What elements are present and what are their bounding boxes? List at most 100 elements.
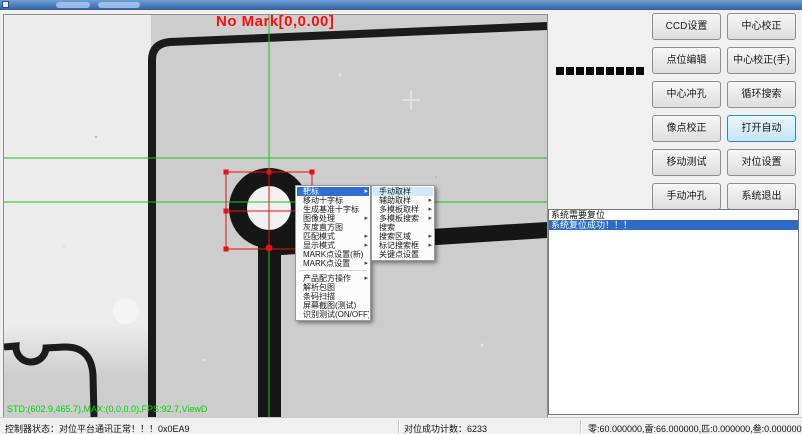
context-menu-item-label: 靶标 — [303, 187, 319, 196]
context-menu-item-12[interactable]: 解析包图 — [297, 283, 369, 292]
align-success-count: 对位成功计数：6233 — [404, 422, 487, 434]
message-list[interactable]: 系统需要复位系统复位成功！！！ — [548, 209, 799, 415]
context-submenu-item-label: 辅助取样 — [379, 196, 411, 205]
context-menu-item-label: 显示模式 — [303, 241, 335, 250]
context-menu-item-label: 屏幕截图(测试) — [303, 301, 356, 310]
context-submenu-item-label: 关键点设置 — [379, 250, 419, 259]
context-menu-item-label: 匹配模式 — [303, 232, 335, 241]
action-button-1[interactable]: CCD设置 — [652, 13, 721, 40]
submenu-arrow-icon: ▸ — [428, 205, 432, 214]
camera-view[interactable]: No Mark[0,0.00] STD:(602.9,465.7),MAX:(0… — [3, 14, 548, 418]
context-menu-item-3[interactable]: 生成基准十字标 — [297, 205, 369, 214]
app-icon — [2, 1, 9, 8]
indicator-square — [636, 67, 644, 75]
submenu-arrow-icon: ▸ — [364, 259, 368, 268]
context-menu-item-label: 生成基准十字标 — [303, 205, 359, 214]
status-divider — [398, 420, 399, 433]
titlebar-decoration — [56, 2, 90, 8]
context-submenu-item-label: 标记搜索框 — [379, 241, 419, 250]
context-menu-item-4[interactable]: 图像处理 ▸ — [297, 214, 369, 223]
context-menu-item-label: 产品配方操作 — [303, 274, 351, 283]
context-menu-item-11[interactable]: 产品配方操作 ▸ — [297, 274, 369, 283]
status-divider — [580, 420, 581, 433]
action-button-grid: CCD设置中心校正点位编辑中心校正(手)中心冲孔循环搜索像点校正打开自动移动测试… — [652, 13, 796, 210]
context-submenu-item-1[interactable]: 手动取样 — [373, 187, 433, 196]
indicator-square — [566, 67, 574, 75]
submenu-arrow-icon: ▸ — [364, 187, 368, 196]
action-button-7[interactable]: 像点校正 — [652, 115, 721, 142]
submenu-arrow-icon: ▸ — [428, 196, 432, 205]
submenu-arrow-icon: ▸ — [364, 232, 368, 241]
context-menu-item-label: 识别测试(ON/OFF) — [303, 310, 369, 319]
controller-status-text: 控制器状态：对位平台通讯正常！！！0x0EA9 — [5, 422, 190, 434]
context-menu: 靶标▸移动十字标生成基准十字标图像处理▸灰度直方图匹配模式▸显示模式▸MARK点… — [295, 185, 371, 321]
submenu-arrow-icon: ▸ — [364, 274, 368, 283]
context-menu-item-13[interactable]: 条码扫描 — [297, 292, 369, 301]
context-menu-item-6[interactable]: 匹配模式 ▸ — [297, 232, 369, 241]
indicator-square — [616, 67, 624, 75]
action-button-5[interactable]: 中心冲孔 — [652, 81, 721, 108]
submenu-arrow-icon: ▸ — [364, 214, 368, 223]
action-button-4[interactable]: 中心校正(手) — [727, 47, 796, 74]
indicator-squares — [556, 67, 646, 75]
context-menu-item-5[interactable]: 灰度直方图 — [297, 223, 369, 232]
action-button-11[interactable]: 手动冲孔 — [652, 183, 721, 210]
context-submenu-item-3[interactable]: 多模板取样 ▸ — [373, 205, 433, 214]
context-menu-item-label: MARK点设置 — [303, 259, 350, 268]
indicator-square — [576, 67, 584, 75]
context-submenu-item-label: 手动取样 — [379, 187, 411, 196]
indicator-square — [626, 67, 634, 75]
context-menu-item-label: 图像处理 — [303, 214, 335, 223]
backlight-strip — [4, 15, 151, 325]
action-button-10[interactable]: 对位设置 — [727, 149, 796, 176]
context-menu-item-label: 移动十字标 — [303, 196, 343, 205]
context-menu-item-label: MARK点设置(新) — [303, 250, 363, 259]
context-menu-item-7[interactable]: 显示模式 ▸ — [297, 241, 369, 250]
context-submenu-item-6[interactable]: 搜索区域 ▸ — [373, 232, 433, 241]
context-menu-separator — [299, 270, 367, 273]
indicator-square — [586, 67, 594, 75]
action-button-8[interactable]: 打开自动 — [727, 115, 796, 142]
context-menu-item-9[interactable]: MARK点设置 ▸ — [297, 259, 369, 268]
position-readout: 零:60.000000,雷:66.000000,匹:0.000000,叁:0.0… — [588, 422, 802, 434]
context-menu-item-label: 灰度直方图 — [303, 223, 343, 232]
punched-hole — [113, 298, 139, 324]
context-menu-item-2[interactable]: 移动十字标 — [297, 196, 369, 205]
indicator-square — [606, 67, 614, 75]
context-submenu-item-2[interactable]: 辅助取样 ▸ — [373, 196, 433, 205]
no-mark-label: No Mark[0,0.00] — [216, 13, 334, 30]
context-submenu-item-8[interactable]: 关键点设置 — [373, 250, 433, 259]
context-menu-item-15[interactable]: 识别测试(ON/OFF) — [297, 310, 369, 319]
message-row-2[interactable]: 系统复位成功！！！ — [549, 220, 798, 230]
window-titlebar[interactable] — [0, 0, 802, 10]
indicator-square — [596, 67, 604, 75]
action-button-2[interactable]: 中心校正 — [727, 13, 796, 40]
action-button-12[interactable]: 系统退出 — [727, 183, 796, 210]
message-row-1[interactable]: 系统需要复位 — [549, 210, 798, 220]
context-menu-item-8[interactable]: MARK点设置(新) — [297, 250, 369, 259]
roi-anchor-dot — [266, 245, 273, 252]
app-window: No Mark[0,0.00] STD:(602.9,465.7),MAX:(0… — [0, 0, 802, 434]
context-submenu-item-5[interactable]: 搜索 — [373, 223, 433, 232]
submenu-arrow-icon: ▸ — [428, 232, 432, 241]
action-button-6[interactable]: 循环搜索 — [727, 81, 796, 108]
action-button-9[interactable]: 移动测试 — [652, 149, 721, 176]
context-submenu-item-label: 多模板取样 — [379, 205, 419, 214]
context-menu-item-14[interactable]: 屏幕截图(测试) — [297, 301, 369, 310]
camera-image — [4, 15, 547, 417]
context-submenu-item-4[interactable]: 多模板搜索 ▸ — [373, 214, 433, 223]
context-submenu-item-label: 多模板搜索 — [379, 214, 419, 223]
indicator-square — [556, 67, 564, 75]
context-menu-item-1[interactable]: 靶标 ▸ — [297, 187, 369, 196]
context-menu-item-label: 解析包图 — [303, 283, 335, 292]
context-submenu-item-7[interactable]: 标记搜索框 ▸ — [373, 241, 433, 250]
action-button-3[interactable]: 点位编辑 — [652, 47, 721, 74]
submenu-arrow-icon: ▸ — [428, 241, 432, 250]
context-submenu-item-label: 搜索区域 — [379, 232, 411, 241]
submenu-arrow-icon: ▸ — [364, 241, 368, 250]
context-submenu-item-label: 搜索 — [379, 223, 395, 232]
camera-stats-label: STD:(602.9,465.7),MAX:(0,0,0.0),FPS:92.7… — [7, 404, 207, 414]
submenu-arrow-icon: ▸ — [428, 214, 432, 223]
context-submenu: 手动取样辅助取样 ▸ 多模板取样 ▸ 多模板搜索 ▸ 搜索搜索区域 ▸ 标记搜索框 ▸ 关键点设置 — [371, 185, 435, 261]
titlebar-decoration — [98, 2, 140, 8]
